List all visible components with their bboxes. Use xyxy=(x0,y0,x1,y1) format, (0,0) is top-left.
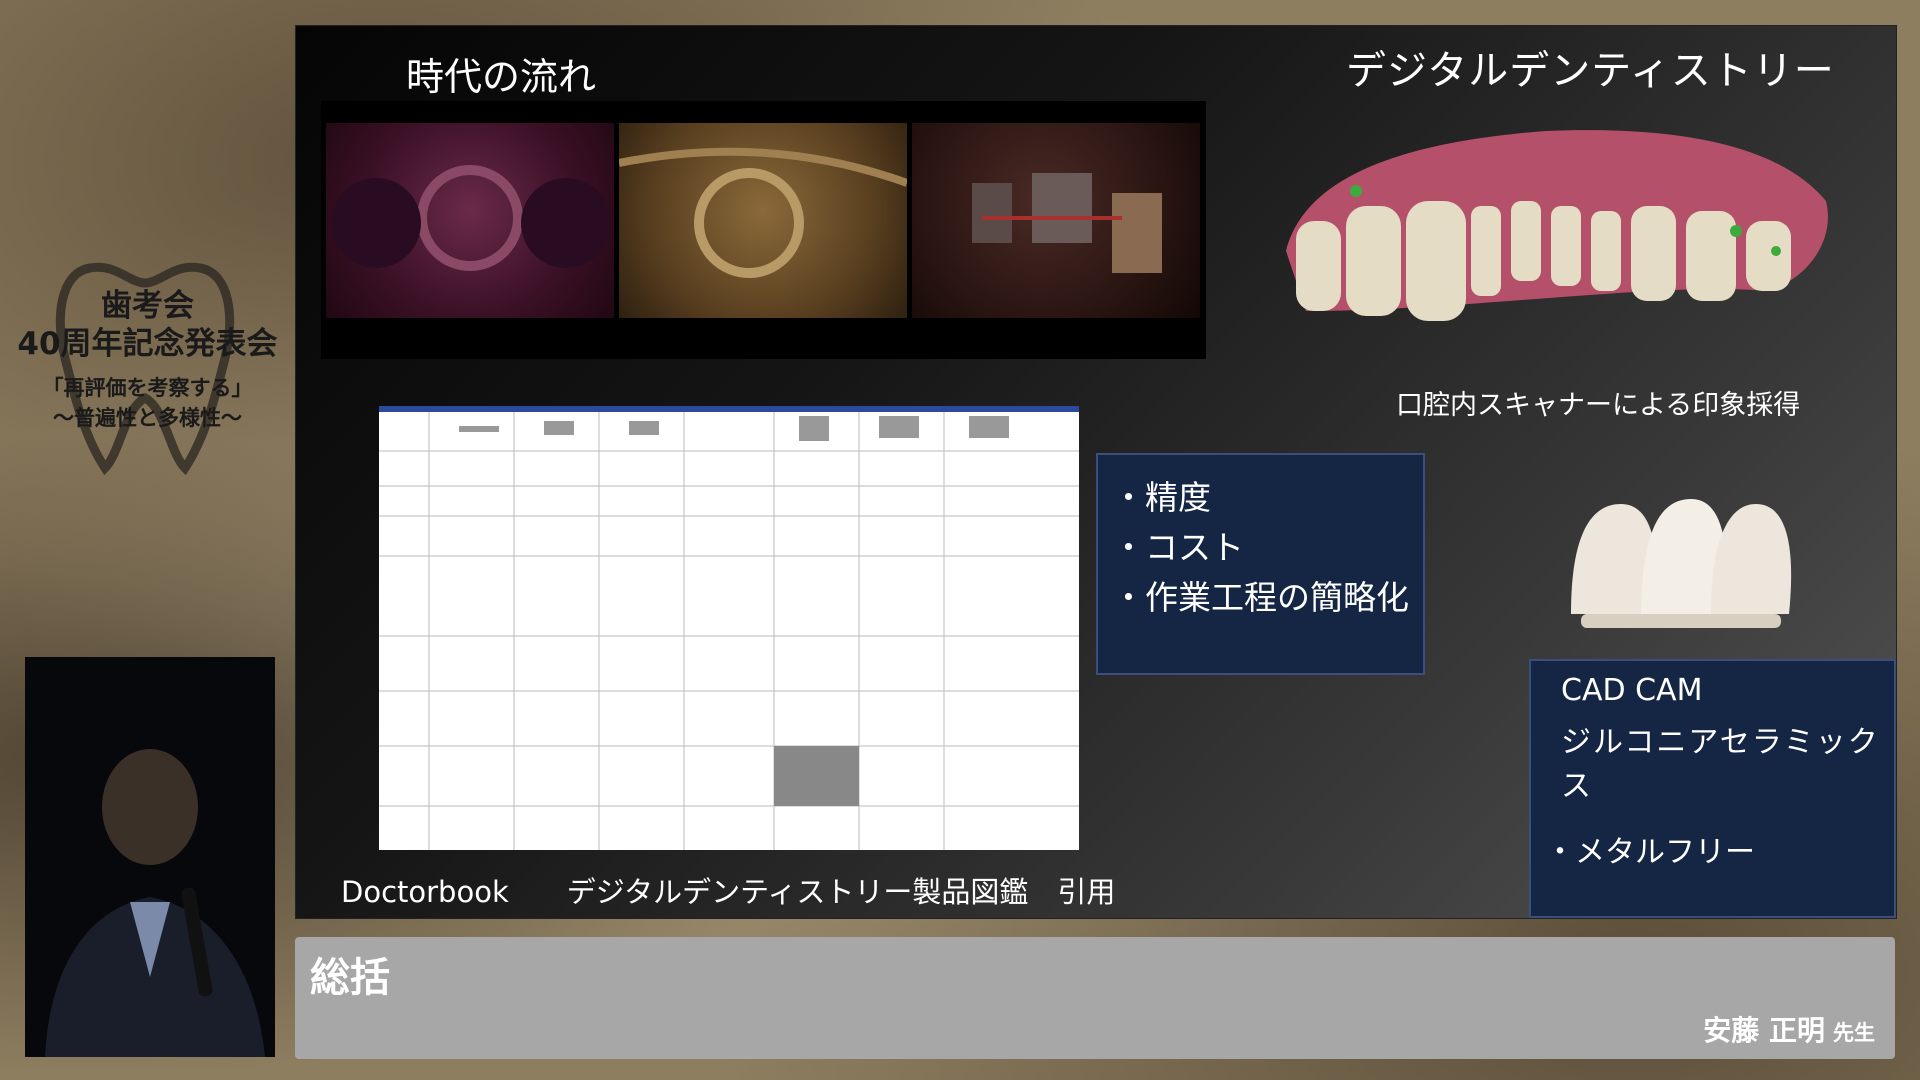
speaker-video xyxy=(25,657,275,1057)
slide-title: 時代の流れ xyxy=(406,55,597,99)
clinical-photo-3 xyxy=(912,123,1200,318)
point-accuracy: ・精度 xyxy=(1112,478,1211,517)
slide-topic: デジタルデンティストリー xyxy=(1346,48,1835,94)
intraoral-scan-image xyxy=(1286,130,1828,321)
cadcam-title: CAD CAM xyxy=(1561,673,1703,708)
clinical-photo-1 xyxy=(326,123,614,318)
citation-source: Doctorbook xyxy=(341,875,509,909)
presenter-name: 安藤 正明 xyxy=(1703,1014,1825,1047)
cadcam-box: CAD CAM ジルコニアセラミックス ・メタルフリー xyxy=(1529,659,1896,918)
presenter-honorific: 先生 xyxy=(1833,1021,1875,1045)
table-grid-icon xyxy=(379,406,1079,850)
tagline-2: 〜普遍性と多様性〜 xyxy=(53,406,242,430)
benefits-box: ・精度 ・コスト ・作業工程の簡略化 xyxy=(1096,453,1425,675)
point-workflow: ・作業工程の簡略化 xyxy=(1112,578,1409,617)
event-title: 40周年記念発表会 xyxy=(17,326,278,362)
citation: Doctorbook デジタルデンティストリー製品図鑑 引用 xyxy=(341,869,1115,911)
caption-bar: 総括 安藤 正明 先生 xyxy=(295,937,1895,1059)
zirconia-crown-image xyxy=(1571,499,1792,628)
scan-caption: 口腔内スキャナーによる印象採得 xyxy=(1396,390,1801,421)
cadcam-point: ・メタルフリー xyxy=(1545,835,1755,870)
point-cost: ・コスト xyxy=(1112,528,1244,567)
cadcam-material: ジルコニアセラミックス xyxy=(1561,725,1880,804)
clinical-photo-strip xyxy=(321,101,1206,359)
speaker-silhouette-icon xyxy=(25,657,275,1057)
slide: 時代の流れ デジタルデンティストリー 口腔内スキャナーによる印象採得 Docto… xyxy=(295,25,1897,919)
citation-text: デジタルデンティストリー製品図鑑 引用 xyxy=(566,875,1116,909)
clinical-photo-2 xyxy=(618,123,909,318)
tagline-1: 「再評価を考察する」 xyxy=(42,376,253,400)
product-comparison-table-image xyxy=(379,406,1079,850)
section-title: 総括 xyxy=(310,955,390,1001)
presenter: 安藤 正明 先生 xyxy=(1703,1009,1875,1049)
